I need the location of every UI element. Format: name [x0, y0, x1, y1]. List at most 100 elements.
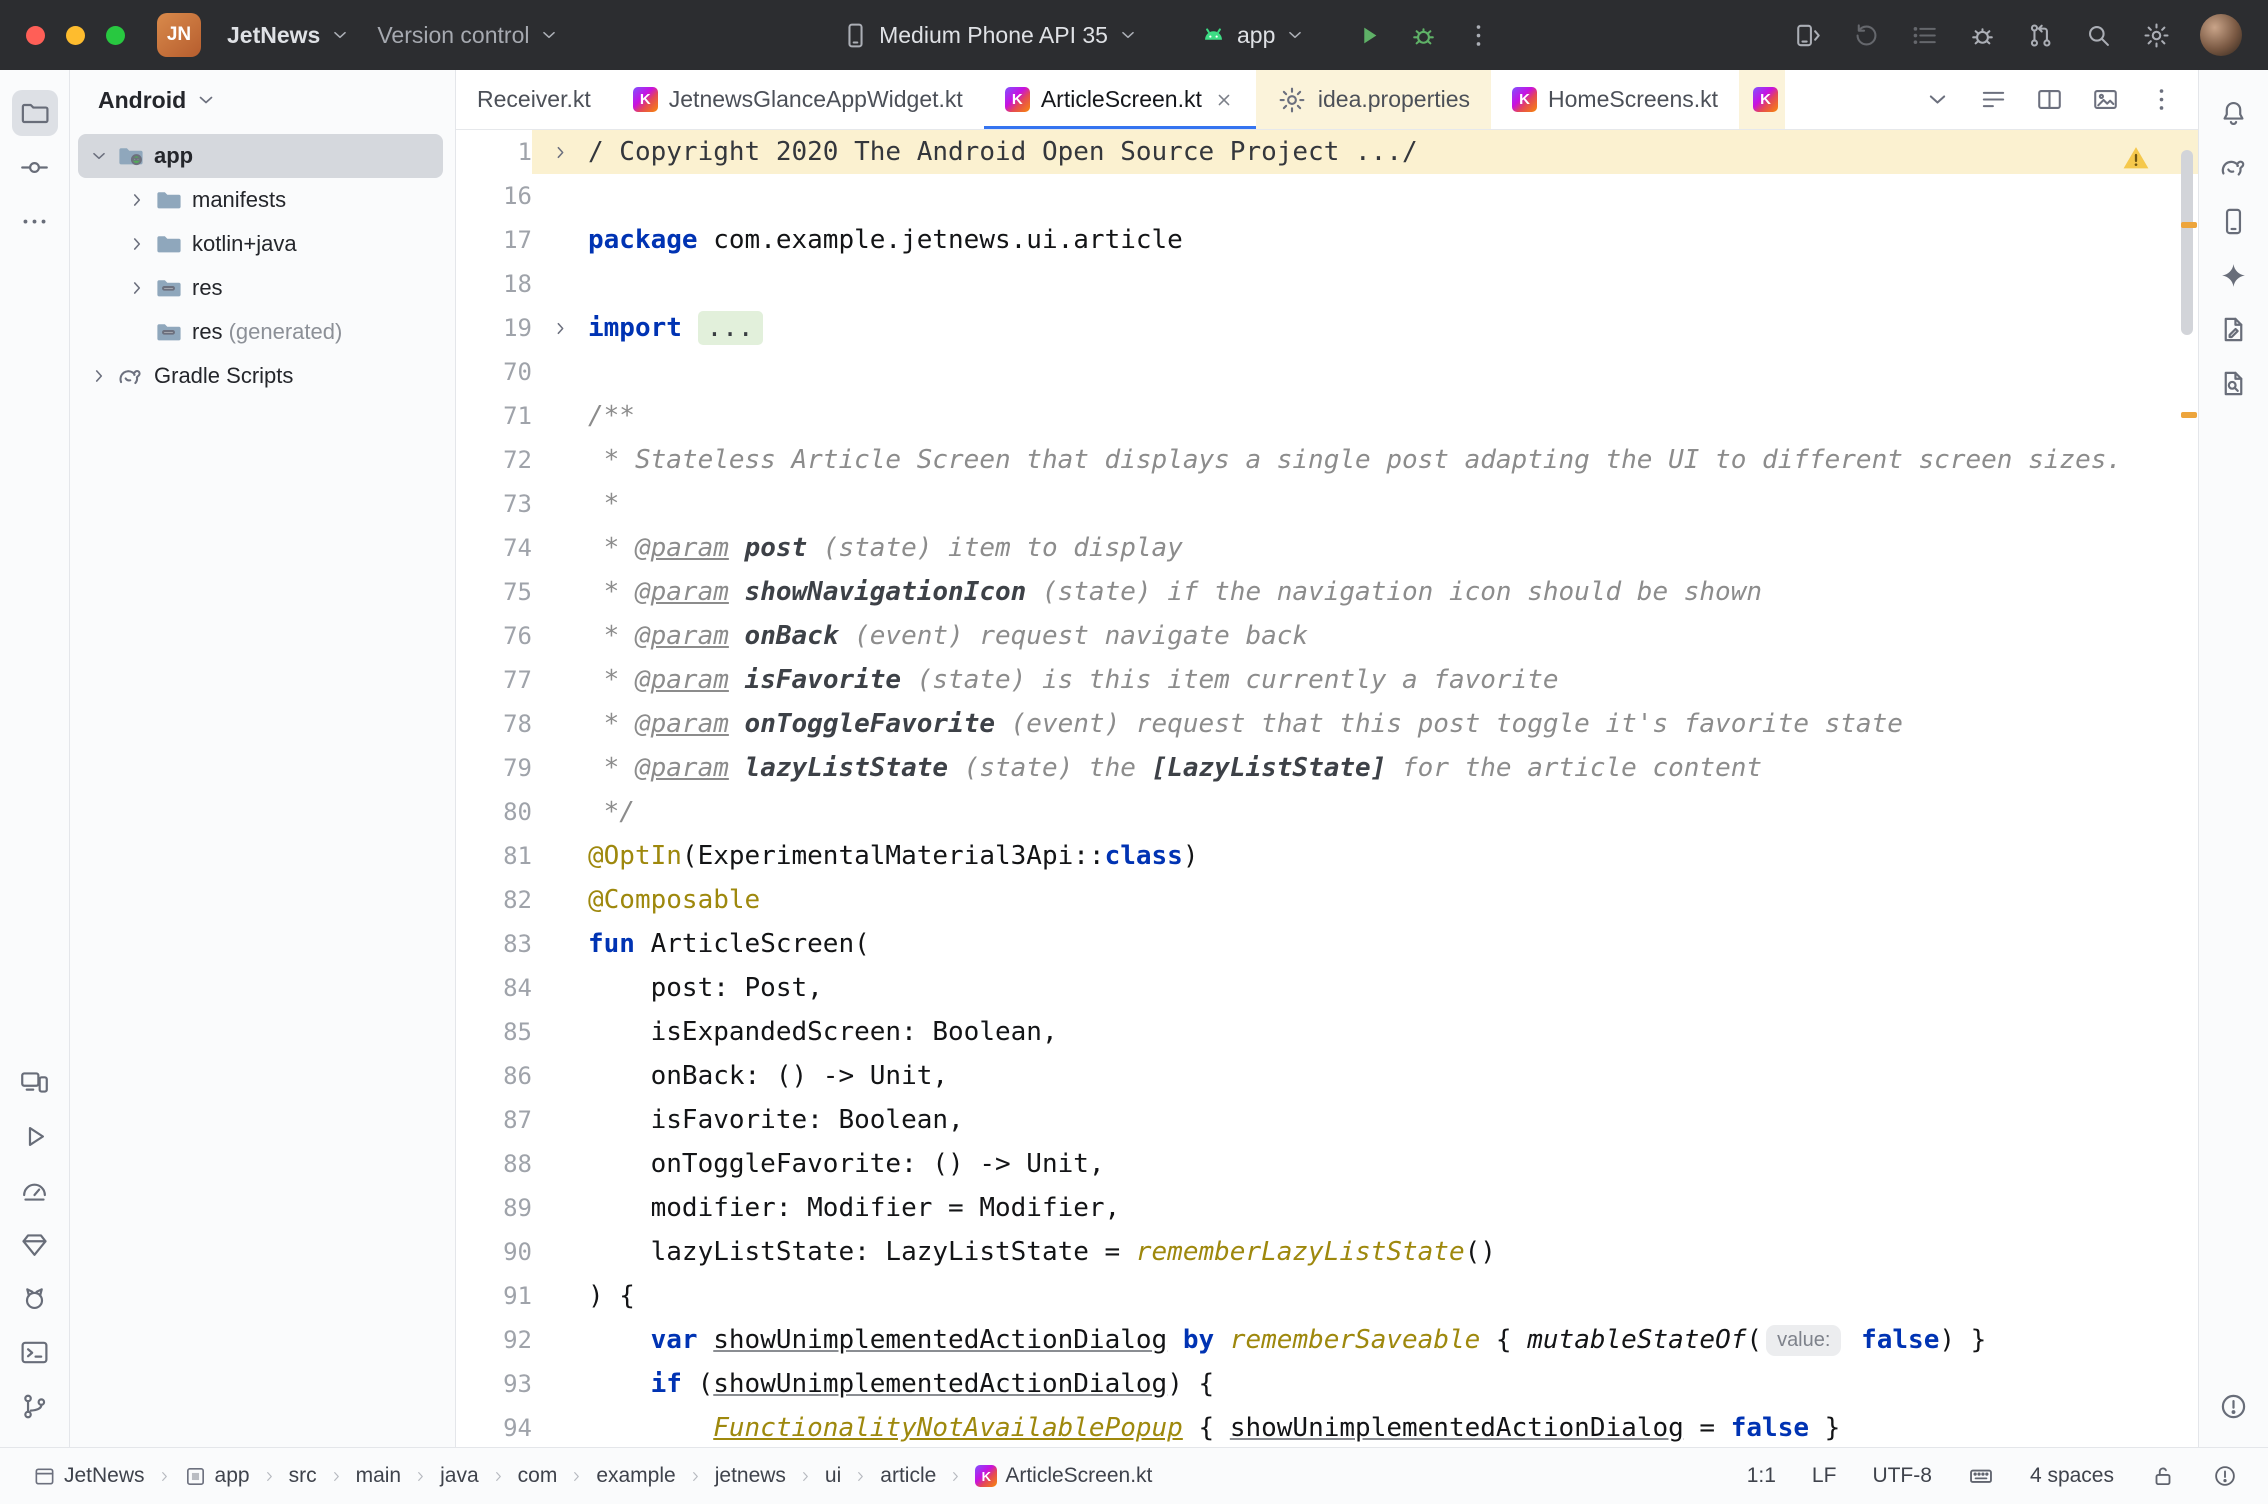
indent-style-widget[interactable]: 4 spaces	[2030, 1464, 2114, 1488]
split-editor-icon[interactable]	[2035, 85, 2064, 114]
code-line-body[interactable]: @Composable	[532, 878, 2198, 922]
code-line-body[interactable]: FunctionalityNotAvailablePopup { showUni…	[532, 1406, 2198, 1447]
warning-stripe-mark[interactable]	[2181, 412, 2197, 418]
breadcrumb-item-example[interactable]: example	[589, 1460, 682, 1492]
code-line-body[interactable]: onBack: () -> Unit,	[532, 1054, 2198, 1098]
user-avatar[interactable]	[2200, 14, 2242, 56]
line-separator-widget[interactable]: LF	[1812, 1464, 1837, 1488]
project-view-header[interactable]: Android	[70, 70, 455, 130]
more-vertical-icon[interactable]	[1464, 21, 1493, 50]
play-filled-icon[interactable]	[1354, 21, 1383, 50]
gradle-tool-button[interactable]	[2211, 144, 2257, 190]
preview-icon[interactable]	[2091, 85, 2120, 114]
settings-icon[interactable]	[2142, 21, 2171, 50]
keyboard-shortcuts-button[interactable]	[1968, 1463, 1994, 1489]
code-line-body[interactable]: / Copyright 2020 The Android Open Source…	[532, 130, 2198, 174]
file-writable-button[interactable]	[2150, 1463, 2176, 1489]
breadcrumb-item-app[interactable]: app	[177, 1460, 257, 1492]
code-line-body[interactable]: lazyListState: LazyListState = rememberL…	[532, 1230, 2198, 1274]
inspections-status-button[interactable]	[2212, 1463, 2238, 1489]
notifications-tool-button[interactable]	[2211, 90, 2257, 136]
code-line-body[interactable]	[532, 262, 2198, 306]
problems-tool-button[interactable]	[2211, 1383, 2257, 1429]
more-vertical-icon[interactable]	[2147, 85, 2176, 114]
breadcrumb-item-jetnews[interactable]: JetNews	[26, 1460, 152, 1492]
file-encoding-widget[interactable]: UTF-8	[1872, 1464, 1932, 1488]
code-line-body[interactable]: * @param isFavorite (state) is this item…	[532, 658, 2198, 702]
code-line-body[interactable]: /**	[532, 394, 2198, 438]
task-list-icon[interactable]	[1910, 21, 1939, 50]
document-search-tool-button[interactable]	[2211, 360, 2257, 406]
tab-jetnewsglanceappwidget-kt[interactable]: KJetnewsGlanceAppWidget.kt	[612, 70, 984, 129]
code-line-body[interactable]: isFavorite: Boolean,	[532, 1098, 2198, 1142]
tab-homescreens-kt[interactable]: KHomeScreens.kt	[1491, 70, 1739, 129]
history-icon[interactable]	[1852, 21, 1881, 50]
profiler-tool-button[interactable]	[12, 1167, 58, 1213]
breadcrumb-item-article[interactable]: article	[873, 1460, 943, 1492]
running-devices-tool-button[interactable]	[12, 1059, 58, 1105]
document-pencil-tool-button[interactable]	[2211, 306, 2257, 352]
tree-item-gradle-scripts[interactable]: Gradle Scripts	[78, 354, 443, 398]
tree-item-res[interactable]: res(generated)	[78, 310, 443, 354]
code-line-body[interactable]	[532, 350, 2198, 394]
chevron-right-icon[interactable]	[122, 273, 152, 303]
commit-tool-button[interactable]	[12, 144, 58, 190]
code-editor[interactable]: 1/ Copyright 2020 The Android Open Sourc…	[456, 130, 2198, 1447]
tree-item-kotlin-java[interactable]: kotlin+java	[78, 222, 443, 266]
breadcrumb-item-com[interactable]: com	[511, 1460, 565, 1492]
close-window-button[interactable]	[26, 26, 45, 45]
chevron-right-icon[interactable]	[122, 229, 152, 259]
breadcrumb-item-main[interactable]: main	[349, 1460, 409, 1492]
code-line-body[interactable]: var showUnimplementedActionDialog by rem…	[532, 1318, 2198, 1362]
hidden-tabs-icon[interactable]	[1923, 85, 1952, 114]
breadcrumb-item-articlescreen-kt[interactable]: KArticleScreen.kt	[968, 1460, 1159, 1492]
chevron-right-icon[interactable]	[122, 185, 152, 215]
code-line-body[interactable]: * @param onBack (event) request navigate…	[532, 614, 2198, 658]
run-configuration-selector[interactable]: app	[1189, 13, 1316, 58]
device-manager-tool-button[interactable]	[2211, 198, 2257, 244]
code-line-body[interactable]: import ...	[532, 306, 2198, 350]
code-line-body[interactable]: */	[532, 790, 2198, 834]
breadcrumb-item-ui[interactable]: ui	[818, 1460, 848, 1492]
tab-idea-properties[interactable]: idea.properties	[1256, 70, 1491, 129]
chevron-right-icon[interactable]	[84, 361, 114, 391]
code-line-body[interactable]: post: Post,	[532, 966, 2198, 1010]
code-line-body[interactable]: ) {	[532, 1274, 2198, 1318]
chevron-down-icon[interactable]	[84, 141, 114, 171]
code-line-body[interactable]: * @param post (state) item to display	[532, 526, 2198, 570]
run-tool-button[interactable]	[12, 1113, 58, 1159]
tree-item-res[interactable]: res	[78, 266, 443, 310]
project-folder-tool-button[interactable]	[12, 90, 58, 136]
inspections-warning-icon[interactable]	[2120, 142, 2152, 174]
terminal-tool-button[interactable]	[12, 1329, 58, 1375]
code-line-body[interactable]: * @param onToggleFavorite (event) reques…	[532, 702, 2198, 746]
close-icon[interactable]	[1213, 89, 1235, 111]
tab-receiver-kt[interactable]: Receiver.kt	[456, 70, 612, 129]
code-line-body[interactable]: @OptIn(ExperimentalMaterial3Api::class)	[532, 834, 2198, 878]
tab-articlescreen-kt[interactable]: KArticleScreen.kt	[984, 70, 1256, 129]
breadcrumb-item-java[interactable]: java	[433, 1460, 486, 1492]
bug-report-icon[interactable]	[1968, 21, 1997, 50]
code-line-body[interactable]: isExpandedScreen: Boolean,	[532, 1010, 2198, 1054]
code-line-body[interactable]: * @param lazyListState (state) the [Lazy…	[532, 746, 2198, 790]
gemini-tool-button[interactable]	[2211, 252, 2257, 298]
code-line-body[interactable]: onToggleFavorite: () -> Unit,	[532, 1142, 2198, 1186]
minimize-window-button[interactable]	[66, 26, 85, 45]
editor-scrollbar[interactable]	[2181, 150, 2193, 335]
soft-wrap-icon[interactable]	[1979, 85, 2008, 114]
logcat-tool-button[interactable]	[12, 1275, 58, 1321]
more-horizontal-tool-button[interactable]	[12, 198, 58, 244]
device-selector[interactable]: Medium Phone API 35	[831, 13, 1149, 58]
device-mirroring-icon[interactable]	[1794, 21, 1823, 50]
vcs-widget[interactable]: Version control	[367, 14, 570, 57]
caret-position-widget[interactable]: 1:1	[1747, 1464, 1776, 1488]
code-line-body[interactable]	[532, 174, 2198, 218]
breadcrumb-item-jetnews[interactable]: jetnews	[708, 1460, 793, 1492]
code-line-body[interactable]: * @param showNavigationIcon (state) if t…	[532, 570, 2198, 614]
version-control-tool-button[interactable]	[12, 1383, 58, 1429]
warning-stripe-mark[interactable]	[2181, 222, 2197, 228]
debug-icon[interactable]	[1409, 21, 1438, 50]
tree-item-manifests[interactable]: manifests	[78, 178, 443, 222]
project-selector[interactable]: JetNews	[217, 14, 361, 57]
code-line-body[interactable]: *	[532, 482, 2198, 526]
